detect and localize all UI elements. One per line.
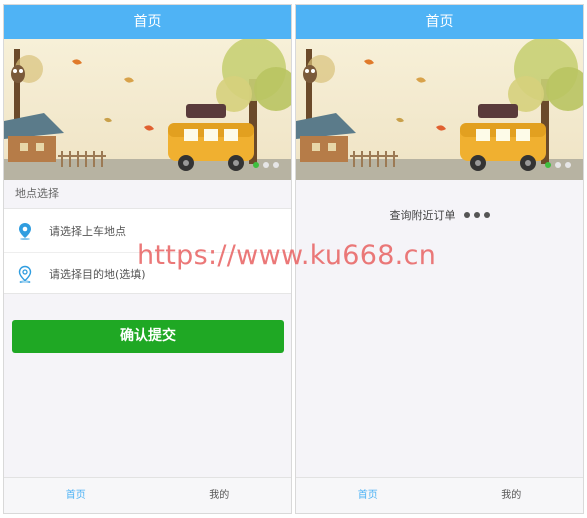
page-title: 首页 — [296, 5, 583, 39]
banner-illustration — [296, 39, 583, 180]
tab-home[interactable]: 首页 — [296, 478, 440, 513]
carousel-dot-2[interactable] — [555, 162, 561, 168]
submit-button[interactable]: 确认提交 — [12, 320, 284, 353]
location-pin-icon — [15, 221, 35, 241]
carousel-indicator — [545, 162, 571, 168]
tab-mine[interactable]: 我的 — [440, 478, 584, 513]
loading-dots-icon — [463, 212, 490, 218]
carousel-dot-2[interactable] — [263, 162, 269, 168]
tab-home[interactable]: 首页 — [4, 478, 148, 513]
banner-illustration — [4, 39, 291, 180]
carousel-dot-1[interactable] — [545, 162, 551, 168]
page-title: 首页 — [4, 5, 291, 39]
carousel-indicator — [253, 162, 279, 168]
carousel-dot-1[interactable] — [253, 162, 259, 168]
banner-carousel[interactable] — [296, 39, 583, 180]
loading-status: 查询附近订单 — [296, 207, 583, 223]
destination-placeholder: 请选择目的地(选填) — [49, 268, 146, 281]
section-label: 地点选择 — [15, 187, 59, 200]
carousel-dot-3[interactable] — [565, 162, 571, 168]
tab-bar: 首页 我的 — [296, 477, 583, 513]
banner-carousel[interactable] — [4, 39, 291, 180]
pickup-placeholder: 请选择上车地点 — [49, 224, 126, 238]
location-pin-outline-icon — [15, 264, 35, 284]
tab-bar: 首页 我的 — [4, 477, 291, 513]
tab-mine[interactable]: 我的 — [148, 478, 292, 513]
carousel-dot-3[interactable] — [273, 162, 279, 168]
watermark-text: https://www.ku668.cn — [137, 240, 437, 271]
screenshot-stage: 首页 地点选择 请选择上车地点 请选择目的地(选填) 确认提交 首页 我的 首页… — [0, 0, 587, 518]
loading-text: 查询附近订单 — [389, 209, 456, 222]
